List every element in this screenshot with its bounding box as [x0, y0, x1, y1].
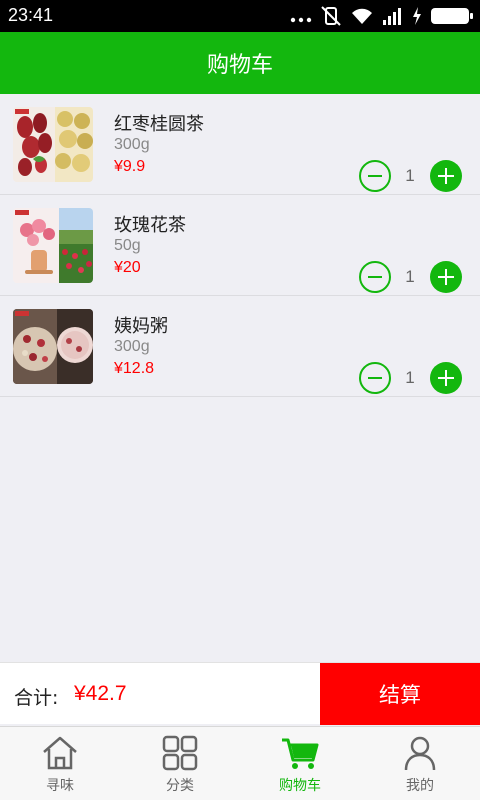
- quantity-value: 1: [405, 267, 415, 286]
- cart-item[interactable]: 红枣桂圆茶 300g ¥9.9 1: [0, 94, 480, 195]
- quantity-stepper: 1: [359, 158, 463, 192]
- battery-icon: [431, 8, 473, 24]
- tab-label: 寻味: [46, 778, 74, 794]
- header-bar: 购物车: [0, 32, 480, 94]
- cart-icon: [282, 738, 319, 769]
- product-weight: 300g: [114, 136, 150, 153]
- wifi-icon: [352, 8, 372, 24]
- cart-item[interactable]: 姨妈粥 300g ¥12.8 1: [0, 296, 480, 397]
- increase-quantity-button[interactable]: [430, 160, 462, 192]
- product-price: ¥12.8: [114, 360, 155, 377]
- vibrate-mute-icon: [321, 6, 341, 26]
- quantity-stepper: 1: [359, 360, 463, 394]
- product-weight: 50g: [114, 237, 141, 254]
- cart-item[interactable]: 玫瑰花茶 50g ¥20 1: [0, 195, 480, 296]
- status-bar: 23:41: [0, 0, 480, 32]
- tab-category[interactable]: 分类: [120, 727, 240, 800]
- charging-icon: [413, 7, 421, 25]
- quantity-value: 1: [405, 368, 415, 387]
- user-icon: [404, 736, 436, 771]
- page-title: 购物车: [206, 53, 273, 78]
- more-dots-icon: [290, 17, 312, 23]
- cart-list: 红枣桂圆茶 300g ¥9.9 1 玫瑰花茶 50g ¥20 1 姨妈粥 300…: [0, 94, 480, 397]
- bottom-tab-bar: 寻味 分类 购物车 我的: [0, 726, 480, 800]
- checkout-button[interactable]: 结算: [320, 663, 480, 725]
- quantity-value: 1: [405, 166, 415, 185]
- tab-label: 购物车: [279, 778, 321, 794]
- home-icon: [43, 736, 77, 770]
- tab-label: 分类: [166, 778, 194, 794]
- tab-profile[interactable]: 我的: [360, 727, 480, 800]
- decrease-quantity-button[interactable]: [359, 261, 391, 293]
- total-value: ¥42.7: [74, 682, 127, 705]
- grid-icon: [162, 735, 198, 771]
- product-image: [13, 208, 93, 283]
- product-image: [13, 309, 93, 384]
- status-time: 23:41: [8, 5, 54, 25]
- product-price: ¥9.9: [114, 158, 146, 175]
- product-weight: 300g: [114, 338, 150, 355]
- checkout-label: 结算: [379, 683, 421, 707]
- status-icons: [290, 4, 474, 28]
- tab-label: 我的: [406, 778, 434, 794]
- tab-cart[interactable]: 购物车: [240, 727, 360, 800]
- quantity-stepper: 1: [359, 259, 463, 293]
- product-image: [13, 107, 93, 182]
- decrease-quantity-button[interactable]: [359, 362, 391, 394]
- product-name: 姨妈粥: [114, 316, 168, 337]
- decrease-quantity-button[interactable]: [359, 160, 391, 192]
- product-price: ¥20: [114, 259, 141, 276]
- increase-quantity-button[interactable]: [430, 261, 462, 293]
- tab-explore[interactable]: 寻味: [0, 727, 120, 800]
- product-name: 红枣桂圆茶: [114, 114, 204, 135]
- checkout-bar: 合计: ¥42.7 结算: [0, 662, 480, 725]
- product-name: 玫瑰花茶: [114, 215, 186, 236]
- increase-quantity-button[interactable]: [430, 362, 462, 394]
- total-label: 合计:: [14, 687, 59, 709]
- signal-icon: [383, 8, 401, 25]
